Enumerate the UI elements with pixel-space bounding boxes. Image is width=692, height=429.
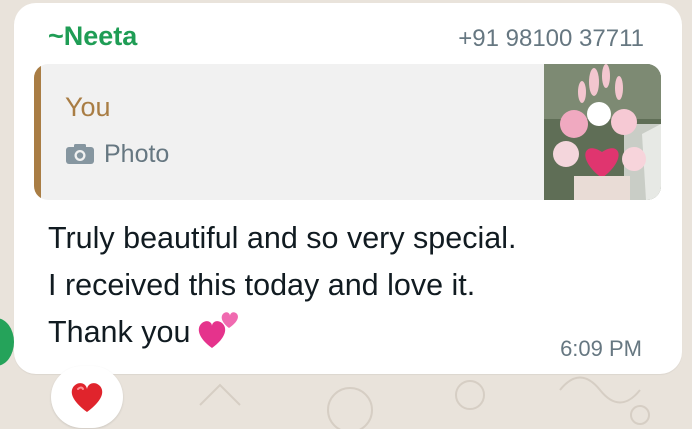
sender-phone: +91 98100 37711	[458, 25, 644, 52]
two-hearts-icon	[199, 312, 239, 348]
camera-icon	[66, 144, 94, 164]
quoted-message[interactable]: You Photo	[34, 64, 661, 200]
message-time: 6:09 PM	[560, 336, 642, 361]
quote-author: You	[65, 92, 111, 122]
quote-media-type: Photo	[104, 139, 170, 168]
red-heart-icon	[71, 383, 103, 412]
sender-name[interactable]: ~Neeta	[48, 21, 137, 52]
message-bubble[interactable]: ~Neeta +91 98100 37711 You Photo Truly b…	[14, 3, 682, 374]
quote-media-label: Photo	[65, 138, 169, 170]
message-body: Truly beautiful and so very special. I r…	[48, 221, 517, 349]
reaction-badge[interactable]	[51, 366, 123, 428]
photo-thumbnail[interactable]	[544, 64, 661, 200]
message-text: Truly beautiful and so very special. I r…	[48, 215, 516, 356]
quote-accent-bar	[34, 64, 41, 200]
